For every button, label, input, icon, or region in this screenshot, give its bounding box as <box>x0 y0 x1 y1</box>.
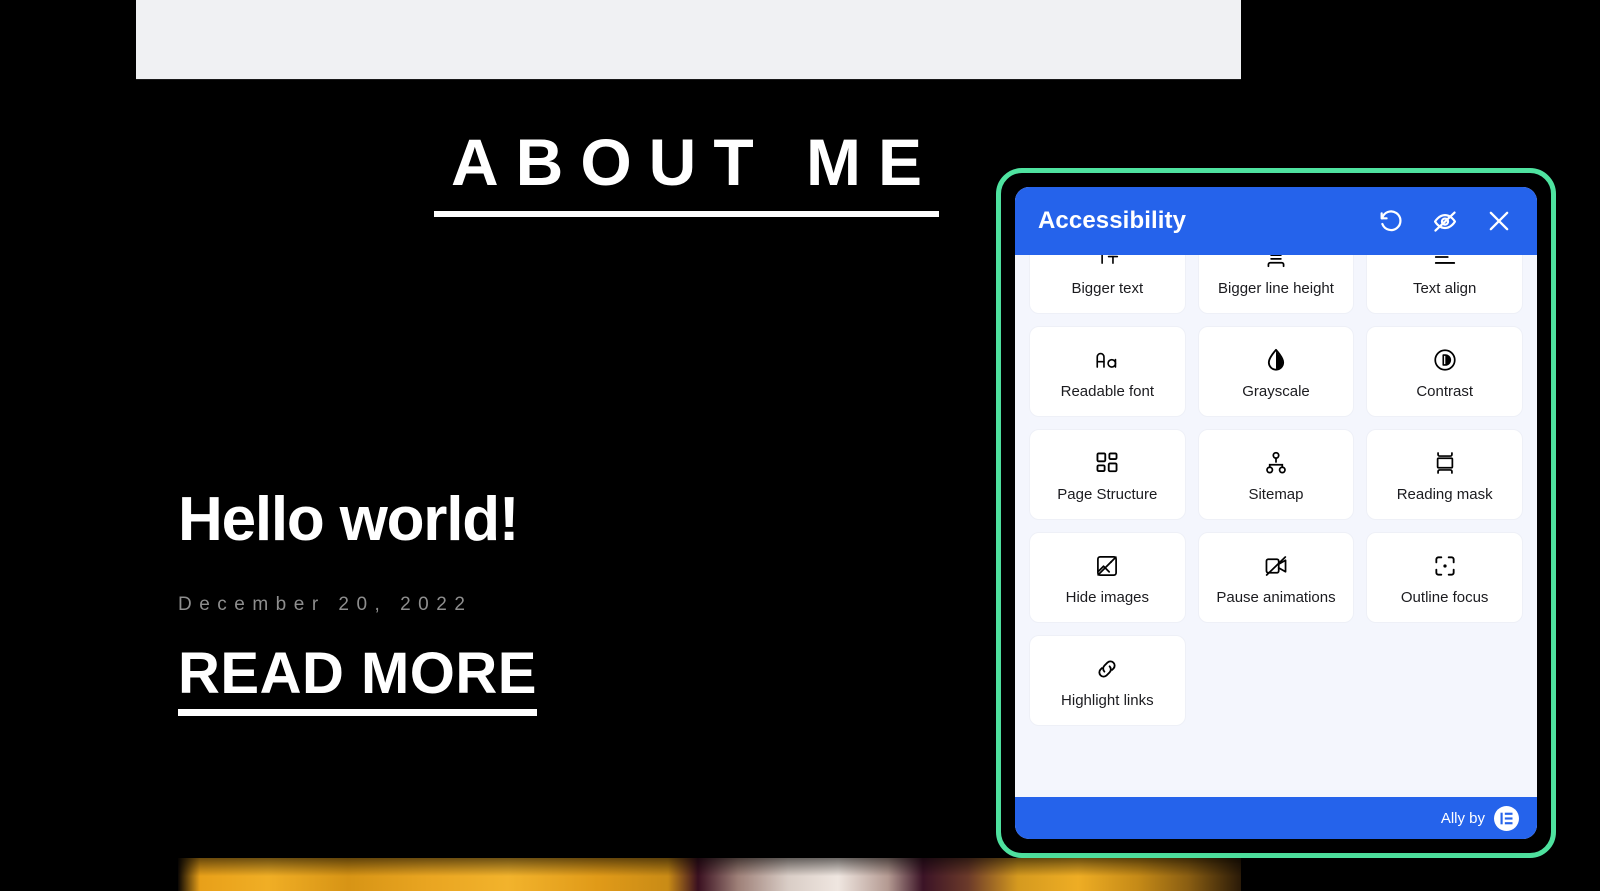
option-bigger-text[interactable]: Bigger text <box>1029 255 1186 314</box>
hide-interface-icon[interactable] <box>1429 205 1461 237</box>
contrast-icon <box>1430 345 1460 375</box>
option-label: Pause animations <box>1216 588 1336 606</box>
option-label: Grayscale <box>1242 382 1310 400</box>
option-label: Highlight links <box>1061 691 1154 709</box>
accessibility-widget-focus-ring: Accessibility Bigger text Bigger line he… <box>996 168 1556 858</box>
highlight-links-icon <box>1092 654 1122 684</box>
option-label: Bigger line height <box>1218 279 1334 297</box>
grayscale-icon <box>1261 345 1291 375</box>
option-contrast[interactable]: Contrast <box>1366 326 1523 417</box>
option-label: Hide images <box>1065 588 1150 606</box>
footer-credit-label: Ally by <box>1440 809 1485 827</box>
accessibility-widget: Accessibility Bigger text Bigger line he… <box>1015 187 1537 839</box>
accessibility-options-grid: Bigger text Bigger line height Text alig… <box>1029 255 1523 726</box>
option-readable-font[interactable]: Readable font <box>1029 326 1186 417</box>
close-icon[interactable] <box>1483 205 1515 237</box>
option-grayscale[interactable]: Grayscale <box>1197 326 1355 417</box>
post-image-strip <box>178 858 1241 891</box>
option-label: Sitemap <box>1248 485 1304 503</box>
option-page-structure[interactable]: Page Structure <box>1029 429 1186 520</box>
reading-mask-icon <box>1430 448 1460 478</box>
read-more-link[interactable]: READ MORE <box>178 642 537 716</box>
text-align-icon <box>1430 255 1460 272</box>
option-reading-mask[interactable]: Reading mask <box>1366 429 1523 520</box>
option-bigger-line-height[interactable]: Bigger line height <box>1197 255 1355 314</box>
accessibility-footer: Ally by <box>1015 797 1537 839</box>
page-title: ABOUT ME <box>434 127 939 218</box>
accessibility-options-scroll[interactable]: Bigger text Bigger line height Text alig… <box>1015 255 1537 797</box>
option-pause-animations[interactable]: Pause animations <box>1197 532 1355 623</box>
option-sitemap[interactable]: Sitemap <box>1197 429 1355 520</box>
page-top-panel <box>136 0 1241 80</box>
option-label: Readable font <box>1060 382 1155 400</box>
post-date: December 20, 2022 <box>178 594 473 616</box>
option-outline-focus[interactable]: Outline focus <box>1366 532 1523 623</box>
sitemap-icon <box>1261 448 1291 478</box>
option-label: Contrast <box>1416 382 1474 400</box>
option-label: Page Structure <box>1057 485 1158 503</box>
option-text-align[interactable]: Text align <box>1366 255 1523 314</box>
pause-animations-icon <box>1261 551 1291 581</box>
option-hide-images[interactable]: Hide images <box>1029 532 1186 623</box>
page-structure-icon <box>1092 448 1122 478</box>
post-title: Hello world! <box>178 485 520 554</box>
reset-icon[interactable] <box>1375 205 1407 237</box>
page-root: ABOUT ME Hello world! December 20, 2022 … <box>0 0 1600 891</box>
accessibility-header: Accessibility <box>1015 187 1537 255</box>
outline-focus-icon <box>1430 551 1460 581</box>
post-preview: Hello world! December 20, 2022 READ MORE <box>178 487 878 716</box>
accessibility-title: Accessibility <box>1038 207 1187 234</box>
option-label: Text align <box>1412 279 1477 297</box>
readable-font-icon <box>1092 345 1122 375</box>
bigger-line-height-icon <box>1261 255 1291 272</box>
option-label: Outline focus <box>1400 588 1489 606</box>
accessibility-header-actions <box>1375 205 1515 237</box>
elementor-logo-icon[interactable] <box>1494 805 1519 831</box>
hide-images-icon <box>1092 551 1122 581</box>
option-label: Reading mask <box>1396 485 1493 503</box>
option-highlight-links[interactable]: Highlight links <box>1029 635 1186 726</box>
option-label: Bigger text <box>1071 279 1144 297</box>
bigger-text-icon <box>1092 255 1122 272</box>
